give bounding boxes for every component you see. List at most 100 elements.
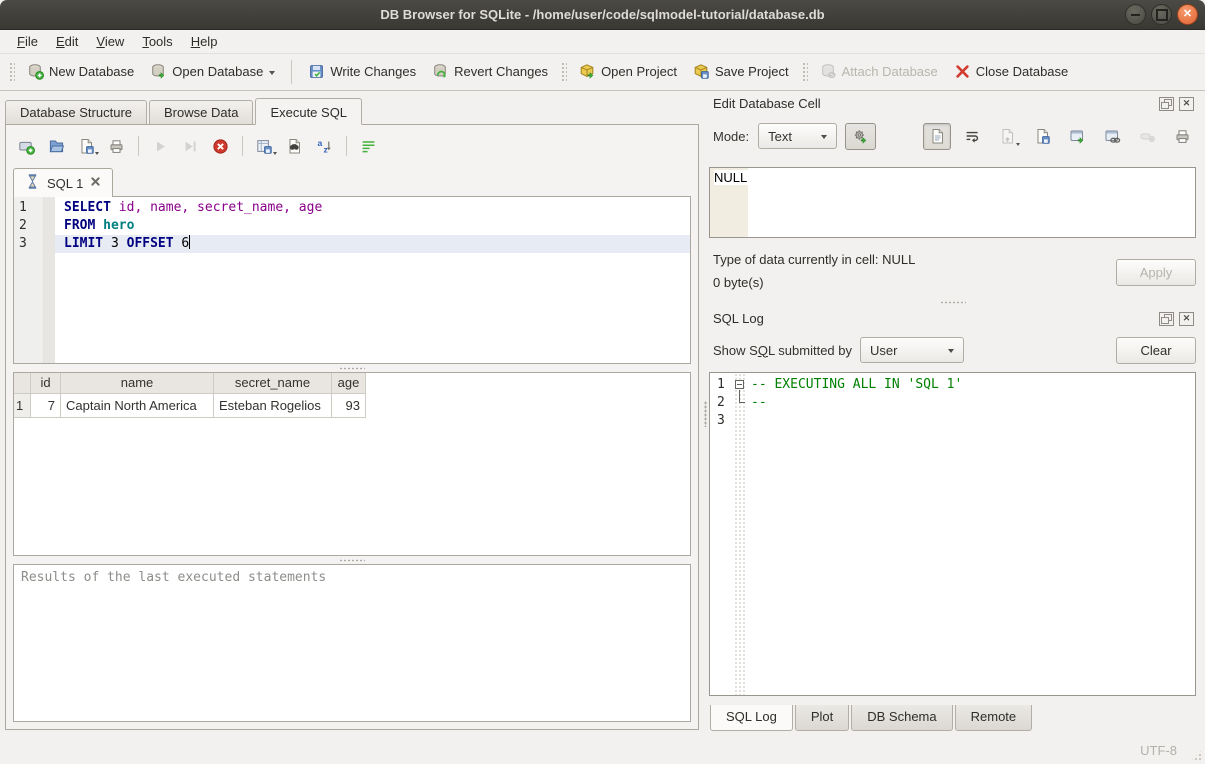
- sql-log-view[interactable]: 1-- EXECUTING ALL IN 'SQL 1'2--3: [709, 372, 1196, 696]
- editor-code[interactable]: SELECT id, name, secret_name, age: [55, 199, 690, 217]
- format-sql-button[interactable]: az: [311, 133, 338, 159]
- menu-edit[interactable]: Edit: [47, 31, 87, 52]
- dock-tab-remote[interactable]: Remote: [955, 705, 1033, 731]
- close-sql-tab-icon[interactable]: [89, 175, 102, 191]
- write-changes-icon: [308, 63, 325, 80]
- dropdown-arrow-icon[interactable]: [273, 152, 277, 157]
- cell-info: Type of data currently in cell: NULL 0 b…: [709, 248, 1196, 296]
- tab-browse-data[interactable]: Browse Data: [149, 100, 253, 124]
- collapse-icon[interactable]: [735, 380, 744, 389]
- menu-view[interactable]: View: [87, 31, 133, 52]
- dock-tab-sql-log[interactable]: SQL Log: [710, 705, 793, 731]
- column-header-secret-name[interactable]: secret_name: [214, 373, 332, 394]
- dropdown-arrow-icon[interactable]: [1016, 143, 1020, 148]
- toolbar-separator: [346, 136, 347, 156]
- open-in-window-button[interactable]: [1063, 123, 1091, 150]
- sql-log-dock-header: SQL Log: [709, 308, 1196, 329]
- dock-tab-plot[interactable]: Plot: [795, 705, 849, 731]
- sql-log-title: SQL Log: [713, 311, 1154, 326]
- cell-editor-icons: [923, 123, 1196, 150]
- cell-edit-area[interactable]: NULL: [709, 167, 1196, 238]
- edit-cell-dock-header: Edit Database Cell: [709, 93, 1196, 114]
- word-wrap-button[interactable]: [958, 123, 986, 150]
- new-sql-tab-button[interactable]: [13, 133, 40, 159]
- toolbar-separator: [291, 60, 292, 84]
- column-header-id[interactable]: id: [31, 373, 61, 394]
- close-dock-icon[interactable]: [1179, 312, 1194, 326]
- clear-log-button[interactable]: Clear: [1116, 337, 1196, 364]
- dropdown-arrow-icon[interactable]: [95, 152, 99, 157]
- save-project-button[interactable]: Save Project: [685, 59, 797, 85]
- chevron-down-icon: [948, 349, 954, 356]
- open-database-button[interactable]: Open Database: [142, 59, 283, 85]
- toolbar-button-label: Write Changes: [330, 63, 416, 80]
- save-sql-file-button[interactable]: [73, 133, 100, 159]
- toolbar-handle[interactable]: [8, 61, 15, 83]
- dock-tab-db-schema[interactable]: DB Schema: [851, 705, 952, 731]
- menu-file[interactable]: File: [8, 31, 47, 52]
- main-toolbar: New Database Open Database Write Changes Re…: [0, 54, 1205, 91]
- revert-changes-button[interactable]: Revert Changes: [424, 59, 556, 85]
- float-dock-icon[interactable]: [1159, 312, 1174, 326]
- dropdown-arrow-icon[interactable]: [269, 71, 275, 78]
- write-changes-button[interactable]: Write Changes: [300, 59, 424, 85]
- log-text: --: [747, 394, 767, 412]
- print-button[interactable]: [1168, 123, 1196, 150]
- column-header-age[interactable]: age: [332, 373, 366, 394]
- tab-database-structure[interactable]: Database Structure: [5, 100, 147, 124]
- stop-execution-button[interactable]: [207, 133, 234, 159]
- bottom-dock-tabs: SQL LogPlotDB SchemaRemote: [709, 705, 1196, 731]
- auto-switch-mode-button[interactable]: [845, 123, 876, 150]
- table-header-row: idnamesecret_nameage: [14, 373, 690, 394]
- editor-table-splitter[interactable]: [13, 364, 691, 372]
- table-message-splitter[interactable]: [13, 556, 691, 564]
- maximize-button[interactable]: [1151, 4, 1172, 25]
- close-button[interactable]: [1177, 4, 1198, 25]
- open-project-button[interactable]: Open Project: [571, 59, 685, 85]
- word-wrap-button[interactable]: [355, 133, 382, 159]
- copy-link-button[interactable]: [1098, 123, 1126, 150]
- sql-editor[interactable]: 1SELECT id, name, secret_name, age2FROM …: [13, 196, 691, 364]
- close-database-icon: [954, 63, 971, 80]
- menu-tools[interactable]: Tools: [133, 31, 181, 52]
- export-data-button[interactable]: [1028, 123, 1056, 150]
- menu-help[interactable]: Help: [182, 31, 227, 52]
- tab-execute-sql[interactable]: Execute SQL: [255, 98, 362, 125]
- fold-line: [739, 390, 745, 403]
- table-cell[interactable]: Esteban Rogelios: [214, 394, 332, 418]
- sql-tab[interactable]: SQL 1: [13, 168, 113, 197]
- save-results-button[interactable]: [251, 133, 278, 159]
- left-panel: Database StructureBrowse DataExecute SQL…: [0, 91, 702, 737]
- attach-database-icon: [820, 63, 837, 80]
- open-sql-file-button[interactable]: [43, 133, 70, 159]
- close-dock-icon[interactable]: [1179, 97, 1194, 111]
- new-database-button[interactable]: New Database: [19, 59, 142, 85]
- mode-select[interactable]: Text: [758, 123, 837, 149]
- close-database-button[interactable]: Close Database: [946, 59, 1077, 85]
- toolbar-button-label: Open Database: [172, 63, 263, 80]
- table-cell[interactable]: 7: [31, 394, 61, 418]
- toolbar-handle[interactable]: [560, 61, 567, 83]
- resize-grip[interactable]: [1191, 750, 1202, 761]
- column-header-name[interactable]: name: [61, 373, 214, 394]
- find-replace-button[interactable]: [281, 133, 308, 159]
- table-cell[interactable]: 93: [332, 394, 366, 418]
- submitted-by-select[interactable]: User: [860, 337, 964, 363]
- main-tab-bar: Database StructureBrowse DataExecute SQL: [0, 96, 702, 124]
- editor-code[interactable]: LIMIT 3 OFFSET 6: [55, 235, 690, 253]
- text-mode-button[interactable]: [923, 123, 951, 150]
- apply-button[interactable]: Apply: [1116, 259, 1196, 286]
- line-number: 3: [14, 235, 44, 253]
- minimize-button[interactable]: [1125, 4, 1146, 25]
- float-dock-icon[interactable]: [1159, 97, 1174, 111]
- editor-line: 2FROM hero: [14, 217, 690, 235]
- toolbar-separator: [138, 136, 139, 156]
- title-bar[interactable]: DB Browser for SQLite - /home/user/code/…: [0, 0, 1205, 30]
- editor-code[interactable]: FROM hero: [55, 217, 690, 235]
- dock-splitter[interactable]: [709, 296, 1196, 308]
- status-bar: UTF-8: [0, 737, 1205, 764]
- toolbar-handle[interactable]: [801, 61, 808, 83]
- table-cell[interactable]: Captain North America: [61, 394, 214, 418]
- print-sql-button[interactable]: [103, 133, 130, 159]
- row-header[interactable]: 1: [14, 394, 31, 418]
